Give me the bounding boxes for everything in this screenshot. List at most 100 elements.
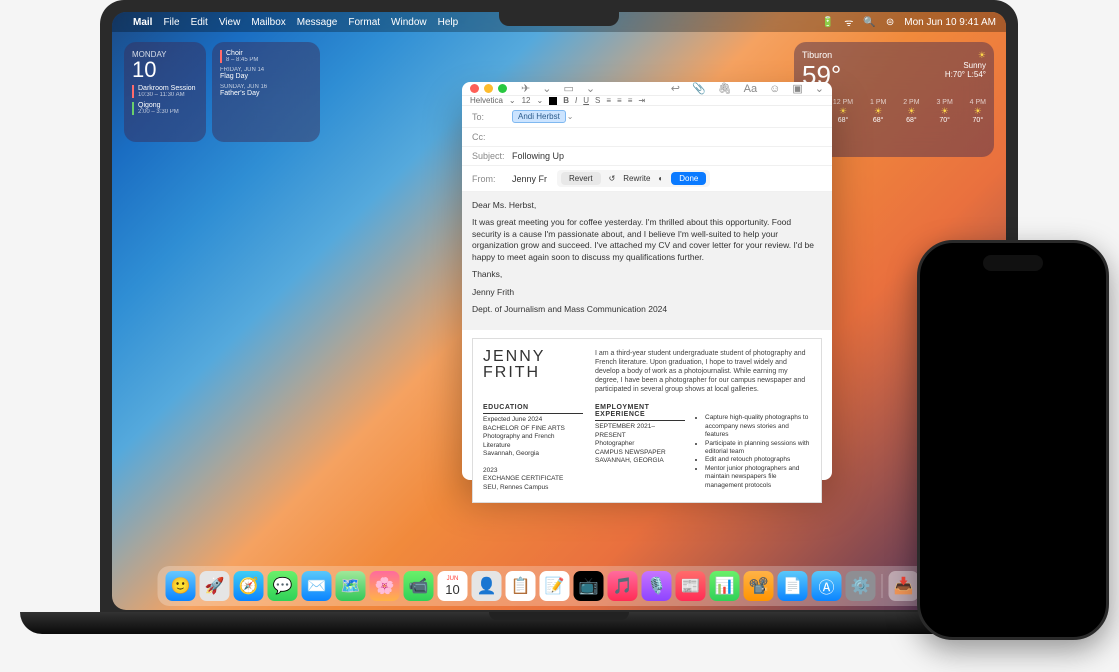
dropdown-icon[interactable]: ⌄: [509, 96, 516, 105]
search-icon[interactable]: 🔍: [863, 17, 875, 28]
body-thanks: Thanks,: [472, 269, 822, 280]
dock-facetime[interactable]: 📹: [404, 571, 434, 601]
dock-mail[interactable]: ✉️: [302, 571, 332, 601]
writing-tools-bar: Revert ↺ Rewrite ◐ Done: [557, 170, 710, 187]
events-widget[interactable]: Choir 8 – 8:45 PM FRIDAY, JUN 14 Flag Da…: [212, 42, 320, 142]
menu-file[interactable]: File: [163, 17, 179, 28]
clock[interactable]: Mon Jun 10 9:41 AM: [904, 17, 996, 28]
events-header: SUNDAY, JUN 16: [220, 84, 312, 90]
dock-maps[interactable]: 🗺️: [336, 571, 366, 601]
dropdown-icon[interactable]: ⌄: [537, 96, 544, 105]
bold-icon[interactable]: B: [563, 96, 569, 105]
menu-view[interactable]: View: [219, 17, 241, 28]
align-icon[interactable]: ≡: [617, 96, 622, 105]
emoji-icon[interactable]: ☺: [769, 83, 780, 95]
link-icon[interactable]: 🖇: [718, 82, 732, 95]
underline-icon[interactable]: U: [583, 96, 589, 105]
cv-employment: SEPTEMBER 2021–PRESENT Photographer CAMP…: [595, 423, 685, 465]
dock-numbers[interactable]: 📊: [710, 571, 740, 601]
italic-icon[interactable]: I: [575, 96, 577, 105]
font-size[interactable]: 12: [522, 96, 531, 105]
dock-messages[interactable]: 💬: [268, 571, 298, 601]
dropdown-icon[interactable]: ⌄: [542, 82, 551, 95]
from-field[interactable]: From: Jenny Fr Revert ↺ Rewrite ◐ Done: [462, 166, 832, 192]
control-center-icon[interactable]: ⊜: [886, 17, 894, 28]
to-label: To:: [472, 112, 512, 122]
dock-launchpad[interactable]: 🚀: [200, 571, 230, 601]
sun-icon: ☀︎: [970, 106, 986, 117]
hour-label: 12 PM: [833, 99, 853, 106]
format-icon[interactable]: Aa: [744, 83, 757, 95]
attach-icon[interactable]: 📎: [692, 82, 706, 95]
subject-field[interactable]: Subject: Following Up: [462, 147, 832, 166]
rewrite-icon[interactable]: ◐: [658, 174, 663, 183]
minimize-button[interactable]: [484, 84, 493, 93]
menu-help[interactable]: Help: [438, 17, 459, 28]
event-row: Choir 8 – 8:45 PM: [220, 50, 312, 63]
dock-calendar[interactable]: JUN10: [438, 571, 468, 601]
dropdown-icon[interactable]: ⌄: [815, 82, 824, 95]
send-icon[interactable]: ✈︎: [521, 82, 530, 95]
from-label: From:: [472, 174, 512, 184]
subject-value: Following Up: [512, 151, 564, 161]
dock-news[interactable]: 📰: [676, 571, 706, 601]
window-titlebar[interactable]: ✈︎ ⌄ ▭ ⌄ ↩︎ 📎 🖇 Aa ☺ ▣ ⌄: [462, 82, 832, 96]
dropdown-icon[interactable]: ⌄: [586, 82, 595, 95]
wifi-icon[interactable]: ᯤ: [844, 15, 853, 29]
indent-icon[interactable]: ⇥: [638, 96, 645, 105]
color-swatch[interactable]: [549, 97, 557, 105]
chevron-down-icon[interactable]: ⌄: [567, 112, 574, 121]
recipient-chip[interactable]: Andi Herbst: [512, 110, 566, 123]
calendar-date: 10: [132, 59, 198, 81]
event-row: Father's Day: [220, 90, 312, 97]
hour-label: 2 PM: [903, 99, 919, 106]
event-title: Father's Day: [220, 90, 259, 97]
dock-notes[interactable]: 📝: [540, 571, 570, 601]
header-icon[interactable]: ▭: [563, 82, 573, 95]
dock-contacts[interactable]: 👤: [472, 571, 502, 601]
rewrite-label: Rewrite: [623, 174, 650, 183]
done-button[interactable]: Done: [671, 172, 706, 185]
body-greeting: Dear Ms. Herbst,: [472, 200, 822, 211]
menu-message[interactable]: Message: [297, 17, 338, 28]
dock-safari[interactable]: 🧭: [234, 571, 264, 601]
dock-music[interactable]: 🎵: [608, 571, 638, 601]
list-icon[interactable]: ≡: [628, 96, 633, 105]
zoom-button[interactable]: [498, 84, 507, 93]
menu-edit[interactable]: Edit: [191, 17, 208, 28]
battery-icon[interactable]: 🔋: [822, 17, 834, 28]
cc-field[interactable]: Cc:: [462, 128, 832, 147]
body-signature: Dept. of Journalism and Mass Communicati…: [472, 304, 822, 315]
dock-settings[interactable]: ⚙️: [846, 571, 876, 601]
cv-attachment[interactable]: JENNY FRITH I am a third-year student un…: [472, 338, 822, 503]
reply-icon[interactable]: ↩︎: [671, 82, 680, 95]
to-field[interactable]: To: Andi Herbst ⌄: [462, 106, 832, 128]
event-time: 8 – 8:45 PM: [226, 57, 258, 63]
dock-podcasts[interactable]: 🎙️: [642, 571, 672, 601]
dock-reminders[interactable]: 📋: [506, 571, 536, 601]
dock-appstore[interactable]: Ⓐ: [812, 571, 842, 601]
message-body[interactable]: Dear Ms. Herbst, It was great meeting yo…: [462, 192, 832, 330]
font-select[interactable]: Helvetica: [470, 96, 503, 105]
menu-mailbox[interactable]: Mailbox: [251, 17, 285, 28]
dock-finder[interactable]: 🙂: [166, 571, 196, 601]
photo-icon[interactable]: ▣: [792, 82, 802, 95]
dock-tv[interactable]: 📺: [574, 571, 604, 601]
close-button[interactable]: [470, 84, 479, 93]
dock-downloads[interactable]: 📥: [889, 571, 919, 601]
event-row: Flag Day: [220, 73, 312, 80]
align-icon[interactable]: ≡: [606, 96, 611, 105]
dock-photos[interactable]: 🌸: [370, 571, 400, 601]
strike-icon[interactable]: S: [595, 96, 600, 105]
menu-window[interactable]: Window: [391, 17, 427, 28]
menu-format[interactable]: Format: [348, 17, 380, 28]
revert-icon[interactable]: ↺: [609, 174, 616, 183]
revert-button[interactable]: Revert: [561, 172, 601, 185]
dock-pages[interactable]: 📄: [778, 571, 808, 601]
cv-bullet: Mentor junior photographers and maintain…: [705, 465, 811, 490]
body-signature: Jenny Frith: [472, 287, 822, 298]
calendar-widget[interactable]: MONDAY 10 Darkroom Session 10:30 – 11:30…: [124, 42, 206, 142]
dock-keynote[interactable]: 📽️: [744, 571, 774, 601]
notch: [499, 12, 619, 26]
app-menu[interactable]: Mail: [133, 17, 152, 28]
